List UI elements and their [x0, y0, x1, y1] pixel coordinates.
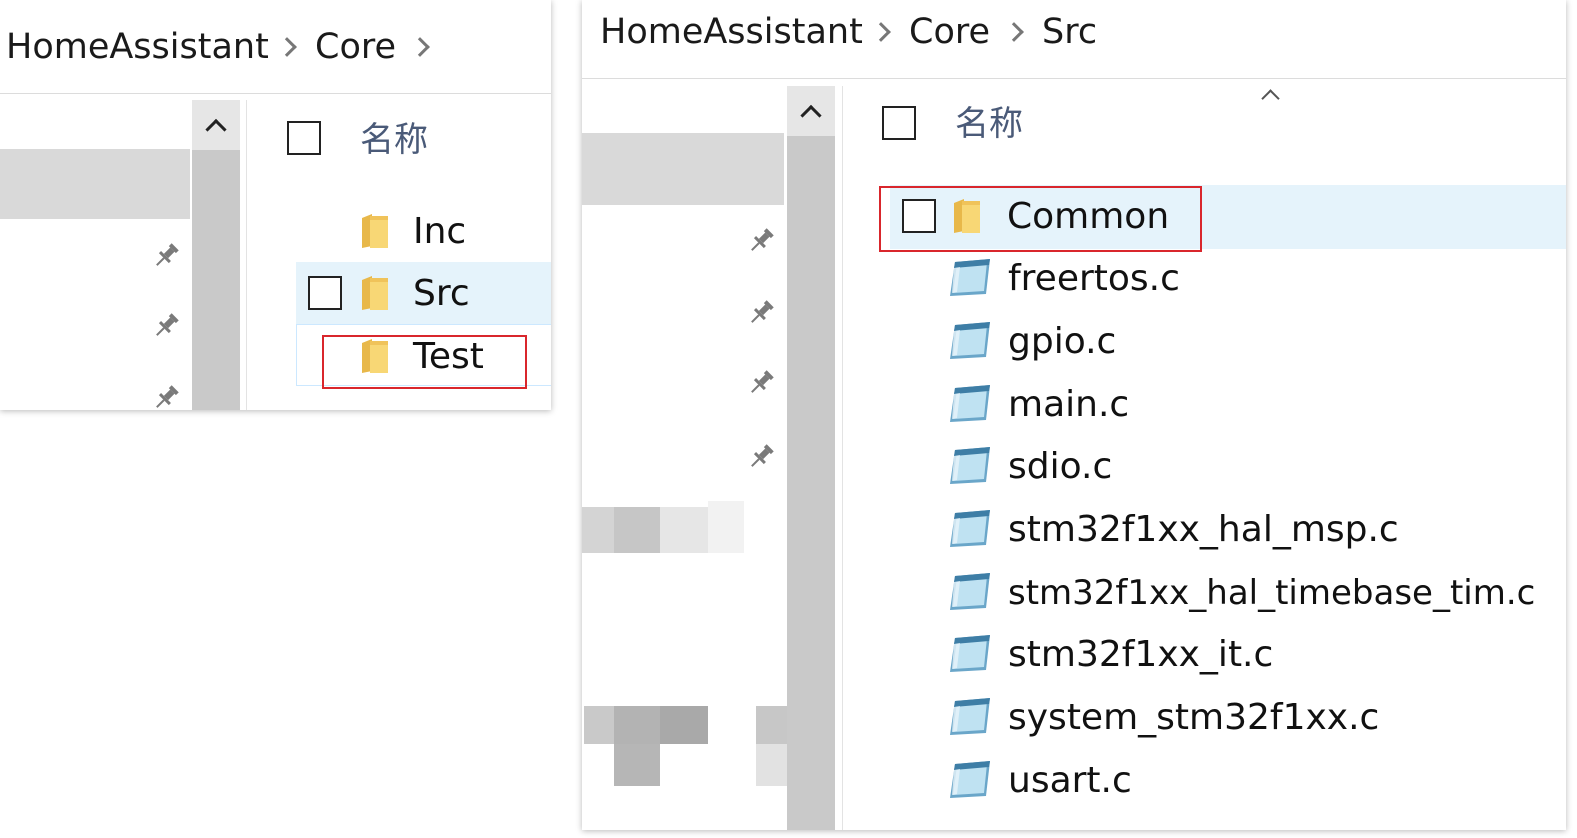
breadcrumb-src[interactable]: Src [1042, 12, 1097, 52]
redacted-block [660, 706, 708, 744]
item-name: stm32f1xx_it.c [1008, 634, 1274, 675]
item-name: Src [413, 273, 470, 314]
select-all-checkbox[interactable] [882, 106, 916, 140]
item-name: freertos.c [1008, 258, 1180, 299]
chevron-up-icon [205, 118, 227, 141]
c-file-icon [950, 698, 990, 735]
redacted-block [582, 507, 614, 553]
folder-icon [362, 214, 388, 248]
column-header-name[interactable]: 名称 [360, 120, 428, 160]
nav-selected-item[interactable] [0, 149, 190, 219]
item-name: system_stm32f1xx.c [1008, 697, 1380, 738]
folder-icon [362, 276, 388, 310]
breadcrumb-home-assistant[interactable]: HomeAssistant [600, 12, 863, 52]
c-file-icon [950, 259, 990, 296]
pin-icon[interactable] [150, 240, 182, 272]
chevron-right-icon[interactable] [277, 37, 297, 57]
highlight-box [322, 335, 527, 389]
pane-divider[interactable] [246, 100, 247, 410]
item-name: Inc [413, 211, 467, 252]
item-name: sdio.c [1008, 446, 1113, 487]
breadcrumb-home-assistant[interactable]: HomeAssistant [6, 27, 269, 67]
pin-icon[interactable] [150, 310, 182, 342]
pin-icon[interactable] [745, 297, 777, 329]
nav-selected-item[interactable] [582, 133, 784, 205]
pin-icon[interactable] [745, 441, 777, 473]
redacted-block [708, 501, 744, 553]
list-item-src[interactable]: Src [296, 262, 551, 324]
c-file-icon [950, 761, 990, 798]
explorer-window-left: HomeAssistant Core 名称 Inc Src Test [0, 0, 551, 410]
scroll-up-button[interactable] [787, 86, 835, 136]
scroll-up-button[interactable] [192, 100, 240, 150]
c-file-icon [950, 322, 990, 359]
pane-divider[interactable] [842, 86, 843, 830]
column-header-name[interactable]: 名称 [955, 104, 1023, 144]
item-name: main.c [1008, 384, 1130, 425]
pin-icon[interactable] [150, 382, 182, 410]
address-bar[interactable]: HomeAssistant Core [0, 0, 551, 94]
chevron-right-icon[interactable] [410, 37, 430, 57]
redacted-block [614, 744, 660, 786]
c-file-icon [950, 385, 990, 422]
pin-icon[interactable] [745, 225, 777, 257]
redacted-block [756, 744, 790, 786]
navigation-scrollbar[interactable] [787, 86, 835, 830]
breadcrumb-core[interactable]: Core [909, 12, 990, 52]
chevron-right-icon[interactable] [871, 22, 891, 42]
c-file-icon [950, 635, 990, 672]
item-name: stm32f1xx_hal_msp.c [1008, 509, 1399, 550]
explorer-window-right: HomeAssistant Core Src 名称 Common freerto… [582, 0, 1566, 830]
c-file-icon [950, 510, 990, 547]
c-file-icon [950, 573, 990, 610]
highlight-box [879, 186, 1202, 252]
c-file-icon [950, 447, 990, 484]
chevron-up-icon [800, 104, 822, 127]
item-name: stm32f1xx_hal_timebase_tim.c [1008, 573, 1536, 613]
item-name: gpio.c [1008, 321, 1117, 362]
redacted-block [660, 507, 708, 553]
redacted-block [614, 507, 660, 553]
chevron-right-icon[interactable] [1004, 22, 1024, 42]
item-name: usart.c [1008, 760, 1132, 801]
item-checkbox[interactable] [308, 276, 342, 310]
redacted-block [756, 706, 790, 744]
redacted-block [584, 706, 614, 744]
navigation-scrollbar[interactable] [192, 100, 240, 410]
breadcrumb-core[interactable]: Core [315, 27, 396, 67]
navigation-pane [0, 94, 190, 410]
pin-icon[interactable] [745, 367, 777, 399]
select-all-checkbox[interactable] [287, 121, 321, 155]
redacted-block [614, 706, 660, 744]
address-bar[interactable]: HomeAssistant Core Src [582, 0, 1566, 79]
